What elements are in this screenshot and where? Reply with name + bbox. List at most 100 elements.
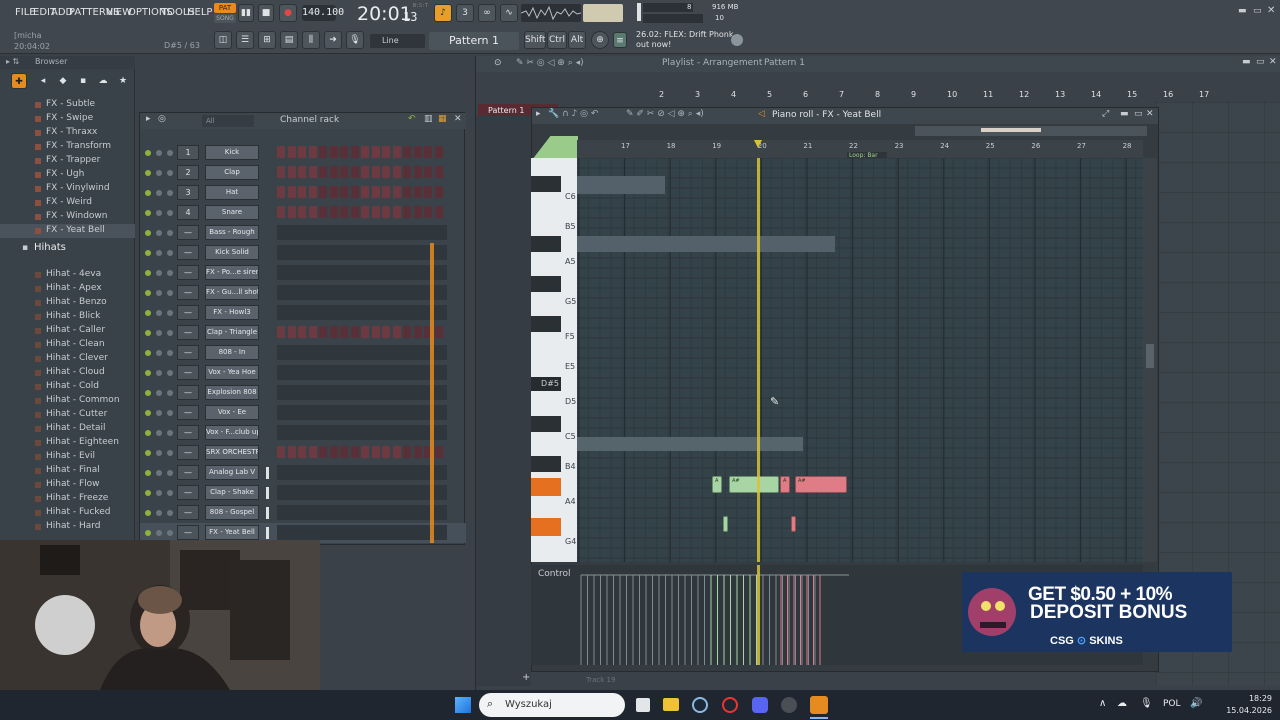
step-button[interactable]	[350, 446, 359, 458]
mixer-track-number[interactable]: —	[177, 265, 199, 280]
playlist-maximize-icon[interactable]: ▭	[1256, 57, 1265, 67]
step-sequencer[interactable]	[277, 365, 447, 380]
note-a[interactable]: A	[780, 476, 790, 493]
pr-edit-tools-icon[interactable]: ✎ ✐ ✂ ⊘ ◁ ⊕ ⌕ ◂)	[626, 109, 704, 119]
loop-record-icon[interactable]: ∞	[478, 4, 496, 22]
pr-scroll-thumb[interactable]	[981, 128, 1041, 132]
channel-row[interactable]: — 808 - In	[140, 343, 466, 363]
channel-name-button[interactable]: Kick Solid	[205, 245, 259, 260]
mute-led[interactable]	[145, 170, 151, 176]
pause-button[interactable]: ▮▮	[238, 4, 254, 22]
mute-led[interactable]	[145, 530, 151, 536]
browser-cloud-icon[interactable]: ☁	[95, 73, 111, 89]
pr-tools-icon[interactable]: 🔧 ∩ ♪ ◎ ↶	[548, 109, 598, 119]
metronome-icon[interactable]: ♪	[434, 4, 452, 22]
close-icon[interactable]: ✕	[1267, 5, 1275, 16]
step-button[interactable]	[382, 186, 390, 198]
pan-knob[interactable]	[156, 430, 162, 436]
step-button[interactable]	[298, 206, 306, 218]
pan-knob[interactable]	[156, 290, 162, 296]
browser-all-icon[interactable]: ✚	[11, 73, 27, 89]
mixer-track-number[interactable]: —	[177, 285, 199, 300]
step-button[interactable]	[382, 146, 390, 158]
channel-row[interactable]: — Explosion 808	[140, 383, 466, 403]
piano-roll-preview[interactable]	[277, 285, 447, 300]
volume-icon[interactable]: 🔊	[1190, 698, 1202, 709]
channel-name-button[interactable]: 808 - In	[205, 345, 259, 360]
microphone-icon[interactable]: 🎙	[346, 31, 364, 49]
playhead-marker[interactable]	[754, 140, 762, 148]
step-button[interactable]	[329, 166, 338, 178]
step-sequencer[interactable]	[277, 165, 447, 180]
step-button[interactable]	[277, 186, 285, 198]
mute-led[interactable]	[145, 310, 151, 316]
maximize-icon[interactable]: ▭	[1253, 6, 1262, 16]
step-sequencer[interactable]	[277, 325, 447, 340]
mute-led[interactable]	[145, 450, 151, 456]
channel-row[interactable]: — Vox - F...club up	[140, 423, 466, 443]
step-button[interactable]	[319, 146, 327, 158]
step-button[interactable]	[361, 446, 369, 458]
browser-item[interactable]: Hihat - Flow	[0, 478, 135, 492]
step-button[interactable]	[371, 446, 380, 458]
step-button[interactable]	[413, 326, 422, 338]
channel-row[interactable]: — Clap - Triangle	[140, 323, 466, 343]
step-button[interactable]	[298, 326, 306, 338]
mute-led[interactable]	[145, 350, 151, 356]
browser-item[interactable]: FX - Subtle	[0, 98, 135, 112]
step-button[interactable]	[371, 166, 380, 178]
browser-item[interactable]: Hihat - Benzo	[0, 296, 135, 310]
volume-knob[interactable]	[167, 510, 173, 516]
channel-row[interactable]: — FX - Howl3	[140, 303, 466, 323]
black-key[interactable]	[531, 316, 561, 332]
pan-knob[interactable]	[156, 310, 162, 316]
task-view-icon[interactable]	[636, 698, 650, 712]
rack-close-icon[interactable]: ✕	[454, 114, 462, 124]
step-button[interactable]	[319, 186, 327, 198]
pan-knob[interactable]	[156, 330, 162, 336]
volume-knob[interactable]	[167, 270, 173, 276]
channel-row[interactable]: — SRX ORCHESTRA	[140, 443, 466, 463]
channel-name-button[interactable]: Clap	[205, 165, 259, 180]
channel-row[interactable]: — Clap - Shake	[140, 483, 466, 503]
channel-name-button[interactable]: Bass - Rough	[205, 225, 259, 240]
step-button[interactable]	[403, 446, 411, 458]
step-button[interactable]	[308, 446, 317, 458]
mixer-track-number[interactable]: —	[177, 485, 199, 500]
channel-name-button[interactable]: Vox - Yea Hoe	[205, 365, 259, 380]
step-button[interactable]	[361, 146, 369, 158]
mute-led[interactable]	[145, 270, 151, 276]
tray-mic-icon[interactable]: 🎙	[1140, 698, 1153, 709]
step-button[interactable]	[350, 206, 359, 218]
step-button[interactable]	[403, 326, 411, 338]
browser-item[interactable]: FX - Trapper	[0, 154, 135, 168]
step-button[interactable]	[434, 206, 443, 218]
step-button[interactable]	[392, 206, 401, 218]
step-button[interactable]	[413, 446, 422, 458]
step-button[interactable]	[371, 326, 380, 338]
pr-minimize-icon[interactable]: ▬	[1120, 109, 1129, 119]
stop-button[interactable]: ■	[258, 4, 274, 22]
step-button[interactable]	[403, 146, 411, 158]
pr-detach-icon[interactable]: ⤢	[1102, 109, 1109, 119]
volume-knob[interactable]	[167, 390, 173, 396]
ctrl-key-button[interactable]: Ctrl	[547, 31, 567, 49]
mixer-track-number[interactable]: 3	[177, 185, 199, 200]
channel-name-button[interactable]: Kick	[205, 145, 259, 160]
mixer-track-number[interactable]: —	[177, 245, 199, 260]
channel-name-button[interactable]: 808 - Gospel	[205, 505, 259, 520]
browser-item[interactable]: Hihat - Freeze	[0, 492, 135, 506]
step-button[interactable]	[287, 446, 296, 458]
mixer-track-number[interactable]: —	[177, 225, 199, 240]
note-a-sharp[interactable]: A#	[729, 476, 779, 493]
step-button[interactable]	[308, 186, 317, 198]
step-button[interactable]	[287, 146, 296, 158]
black-key[interactable]	[531, 416, 561, 432]
mixer-track-number[interactable]: —	[177, 385, 199, 400]
step-button[interactable]	[361, 166, 369, 178]
sponsor-banner[interactable]: GET $0.50 + 10% DEPOSIT BONUS CSG ⊙ SKIN…	[962, 572, 1232, 652]
active-key[interactable]	[531, 478, 561, 496]
piano-roll-preview[interactable]	[277, 505, 447, 520]
step-button[interactable]	[308, 326, 317, 338]
mixer-track-number[interactable]: —	[177, 325, 199, 340]
